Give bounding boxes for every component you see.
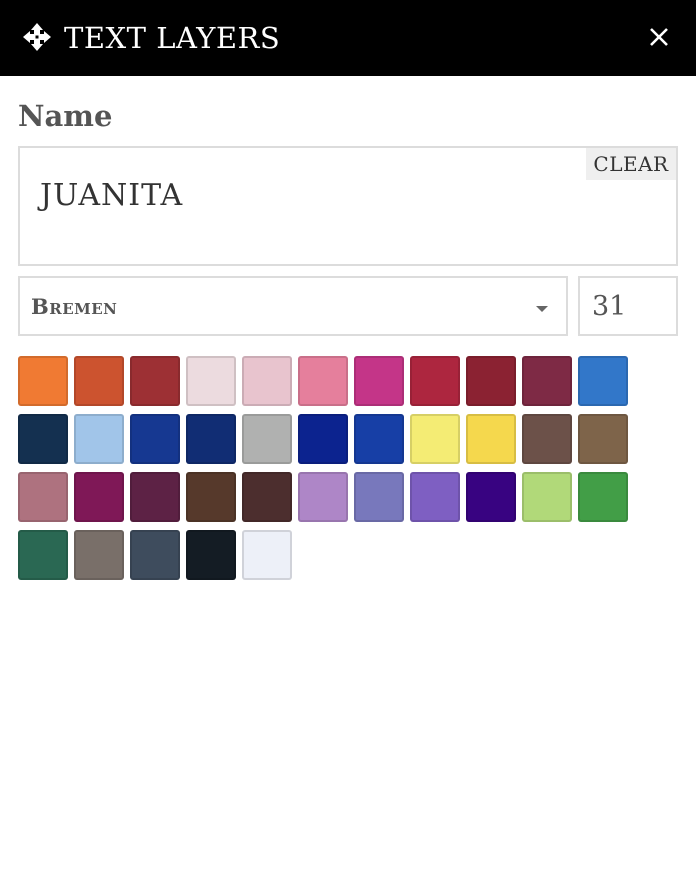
color-swatch[interactable] <box>18 356 68 406</box>
color-swatch[interactable] <box>18 530 68 580</box>
color-swatch[interactable] <box>578 472 628 522</box>
color-swatch[interactable] <box>242 530 292 580</box>
color-swatch[interactable] <box>74 414 124 464</box>
color-swatch[interactable] <box>242 356 292 406</box>
color-swatch[interactable] <box>466 356 516 406</box>
color-swatch[interactable] <box>522 472 572 522</box>
color-swatch[interactable] <box>522 356 572 406</box>
move-arrows-icon[interactable] <box>23 23 51 51</box>
color-swatch[interactable] <box>410 356 460 406</box>
color-swatch[interactable] <box>186 472 236 522</box>
color-swatch[interactable] <box>74 472 124 522</box>
name-label: Name <box>18 99 113 133</box>
close-icon[interactable] <box>646 24 672 50</box>
color-swatch[interactable] <box>242 414 292 464</box>
color-swatch[interactable] <box>18 414 68 464</box>
color-swatch[interactable] <box>130 356 180 406</box>
color-swatch[interactable] <box>130 414 180 464</box>
color-swatch[interactable] <box>130 530 180 580</box>
color-swatch[interactable] <box>186 530 236 580</box>
color-swatch[interactable] <box>410 472 460 522</box>
clear-button[interactable]: CLEAR <box>586 148 676 180</box>
font-select-value: Bremen <box>31 294 118 319</box>
name-input[interactable]: JUANITA <box>20 148 676 264</box>
color-swatch[interactable] <box>186 356 236 406</box>
chevron-down-icon <box>536 306 548 312</box>
color-swatch[interactable] <box>410 414 460 464</box>
color-swatch[interactable] <box>74 530 124 580</box>
color-swatch[interactable] <box>298 414 348 464</box>
color-swatch[interactable] <box>298 356 348 406</box>
panel-header: TEXT LAYERS <box>0 0 696 76</box>
color-swatch[interactable] <box>578 356 628 406</box>
color-swatch[interactable] <box>354 414 404 464</box>
color-swatch[interactable] <box>354 356 404 406</box>
name-field-container: JUANITA CLEAR <box>18 146 678 266</box>
color-swatch[interactable] <box>18 472 68 522</box>
color-swatch[interactable] <box>466 472 516 522</box>
panel-title: TEXT LAYERS <box>64 21 281 55</box>
color-swatch[interactable] <box>130 472 180 522</box>
color-swatch-grid <box>18 356 638 586</box>
color-swatch[interactable] <box>578 414 628 464</box>
font-select[interactable]: Bremen <box>18 276 568 336</box>
color-swatch[interactable] <box>354 472 404 522</box>
color-swatch[interactable] <box>242 472 292 522</box>
color-swatch[interactable] <box>74 356 124 406</box>
color-swatch[interactable] <box>186 414 236 464</box>
color-swatch[interactable] <box>466 414 516 464</box>
color-swatch[interactable] <box>522 414 572 464</box>
color-swatch[interactable] <box>298 472 348 522</box>
font-size-input[interactable] <box>578 276 678 336</box>
